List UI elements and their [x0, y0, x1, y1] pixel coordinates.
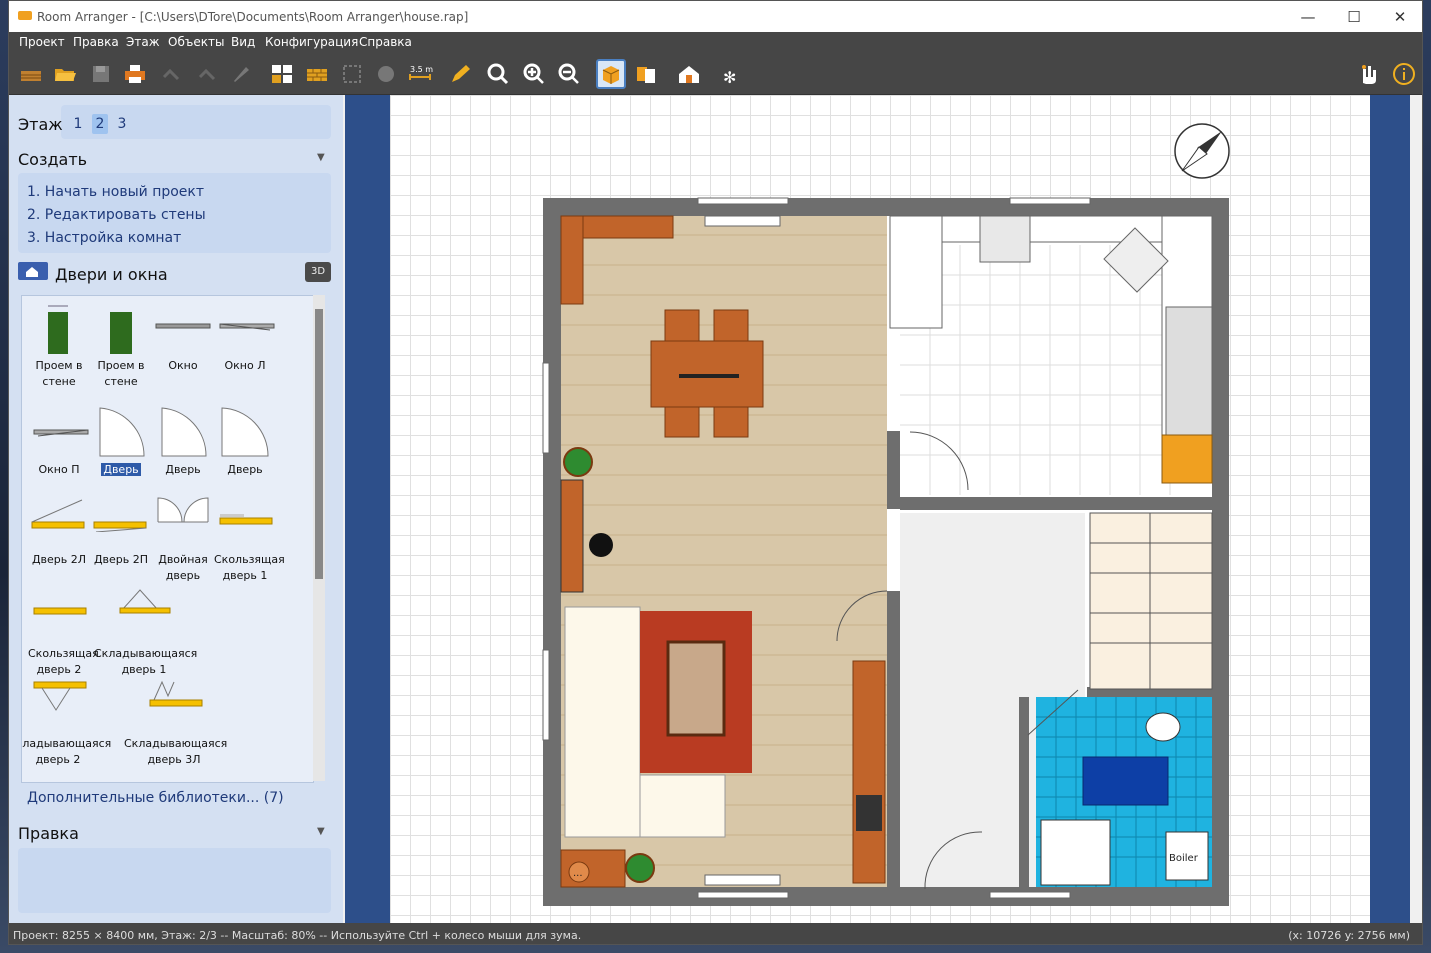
menu-help[interactable]: Справка [359, 35, 412, 49]
side-table-label: ... [573, 868, 583, 879]
edit-collapse-icon[interactable]: ▼ [317, 826, 325, 837]
create-collapse-icon[interactable]: ▼ [317, 152, 325, 163]
3d-house-icon[interactable] [676, 61, 702, 87]
pencil-icon[interactable] [447, 61, 473, 87]
toilet [1145, 712, 1181, 742]
edit-panel [18, 848, 331, 913]
library-grid: Проем в стене Проем в стене Окно Окно Л … [21, 295, 314, 783]
new-project-link[interactable]: 1. Начать новый проект [27, 184, 204, 200]
measure-icon[interactable]: 3.5 m [407, 61, 433, 87]
lib-item-folding-door-3l[interactable]: Складывающаяся дверь 3Л [124, 676, 227, 766]
grid-paper: Boiler ... [390, 95, 1370, 923]
lib-item-folding-door-2[interactable]: Складывающаяся дверь 2 [22, 676, 111, 766]
plant-icon [563, 447, 593, 477]
menu-view[interactable]: Вид [231, 35, 255, 49]
open-folder-icon[interactable] [52, 61, 78, 87]
menu-floor[interactable]: Этаж [126, 35, 160, 49]
more-libraries-link[interactable]: Дополнительные библиотеки... (7) [27, 790, 284, 806]
lamp [589, 533, 613, 557]
close-button[interactable]: ✕ [1378, 5, 1422, 29]
menu-edit[interactable]: Правка [73, 35, 119, 49]
menu-project[interactable]: Проект [19, 35, 65, 49]
shower-tray [1040, 819, 1111, 886]
new-project-icon[interactable] [18, 61, 44, 87]
library-title: Двери и окна [55, 265, 168, 284]
settings-gear-icon[interactable]: ✻ [717, 61, 743, 87]
status-coords: (x: 10726 y: 2756 мм) [1288, 929, 1410, 942]
lib-item-window-left[interactable]: Окно Л [214, 300, 276, 390]
lib-item-wall-opening-2[interactable]: Проем в стене [90, 300, 152, 390]
menu-config[interactable]: Конфигурация [265, 35, 358, 49]
menu-bar: Проект Правка Этаж Объекты Вид Конфигура… [9, 32, 1422, 53]
menu-objects[interactable]: Объекты [168, 35, 224, 49]
rotate-icon[interactable] [373, 61, 399, 87]
app-window: Room Arranger - [C:\Users\DTore\Document… [8, 0, 1423, 945]
toolbar: 3.5 m ✻ [9, 53, 1422, 95]
save-icon[interactable] [88, 61, 114, 87]
lib-item-door-2r[interactable]: Дверь 2П [90, 492, 152, 582]
zoom-in-icon[interactable] [521, 61, 547, 87]
floor-2-button[interactable]: 2 [92, 114, 108, 134]
info-icon[interactable] [1391, 61, 1417, 87]
library-scroll-thumb[interactable] [315, 309, 323, 579]
lib-item-door-label: Дверь [101, 463, 141, 476]
lib-item-door-selected[interactable]: Дверь [90, 404, 152, 484]
svg-text:✻: ✻ [723, 68, 736, 87]
minimize-button[interactable]: — [1286, 5, 1330, 29]
view-2d-icon[interactable] [596, 59, 626, 89]
compass-icon [1174, 123, 1230, 179]
plan-canvas[interactable]: Boiler ... [345, 95, 1422, 923]
tv-stand [852, 660, 886, 884]
lib-item-window-right[interactable]: Окно П [28, 404, 90, 484]
lib-item-double-door[interactable]: Двойная дверь [152, 492, 214, 582]
lib-item-door-2[interactable]: Дверь [152, 404, 214, 484]
maximize-button[interactable]: ☐ [1332, 5, 1376, 29]
walls-icon[interactable] [304, 61, 330, 87]
create-header[interactable]: Создать [18, 150, 87, 169]
kitchen-stove-cabinet [1161, 434, 1213, 484]
status-bar: Проект: 8255 × 8400 мм, Этаж: 2/3 -- Мас… [9, 923, 1422, 944]
hand-tool-icon[interactable] [1354, 61, 1380, 87]
canvas-scrollbar[interactable] [1410, 95, 1422, 923]
library-home-icon[interactable] [18, 262, 48, 280]
library-3d-button[interactable]: 3D [305, 262, 331, 282]
lib-item-folding-door-1[interactable]: Складывающаяся дверь 1 [94, 586, 197, 676]
boxes-icon[interactable] [633, 61, 659, 87]
lib-item-window[interactable]: Окно [152, 300, 214, 390]
window-title: Room Arranger - [C:\Users\DTore\Document… [37, 10, 469, 24]
undo-icon[interactable] [158, 61, 184, 87]
edit-walls-link[interactable]: 2. Редактировать стены [27, 207, 206, 223]
sidebar: Этаж 1 2 3 Создать ▼ 1. Начать новый про… [9, 95, 343, 923]
room-setup-link[interactable]: 3. Настройка комнат [27, 230, 181, 246]
lib-item-sliding-door-1[interactable]: Скользящая дверь 1 [214, 492, 285, 582]
zoom-out-icon[interactable] [556, 61, 582, 87]
zoom-fit-icon[interactable] [485, 61, 511, 87]
redo-icon[interactable] [194, 61, 220, 87]
library-scrollbar[interactable] [313, 295, 325, 781]
print-icon[interactable] [122, 61, 148, 87]
app-icon [18, 11, 32, 20]
paint-brush-icon[interactable] [228, 61, 254, 87]
boiler-label: Boiler [1169, 853, 1199, 864]
lib-item-wall-opening-1[interactable]: Проем в стене [28, 300, 90, 390]
lib-item-door-3[interactable]: Дверь [214, 404, 276, 484]
measure-label: 3.5 m [410, 65, 433, 74]
staircase [1089, 512, 1213, 690]
floor-label: Этаж [18, 115, 63, 134]
lib-item-sliding-door-2[interactable]: Скользящая дверь 2 [28, 586, 99, 676]
group-icon[interactable] [269, 61, 295, 87]
edit-header[interactable]: Правка [18, 824, 79, 843]
bookshelf [560, 479, 584, 593]
title-bar: Room Arranger - [C:\Users\DTore\Document… [9, 1, 1422, 32]
select-icon[interactable] [339, 61, 365, 87]
lib-item-door-2l[interactable]: Дверь 2Л [28, 492, 90, 582]
floor-3-button[interactable]: 3 [114, 114, 130, 134]
plant-icon-2 [625, 853, 655, 883]
status-left: Проект: 8255 × 8400 мм, Этаж: 2/3 -- Мас… [13, 929, 582, 942]
bathtub [1082, 756, 1169, 806]
floor-1-button[interactable]: 1 [70, 114, 86, 134]
rug [640, 611, 752, 773]
